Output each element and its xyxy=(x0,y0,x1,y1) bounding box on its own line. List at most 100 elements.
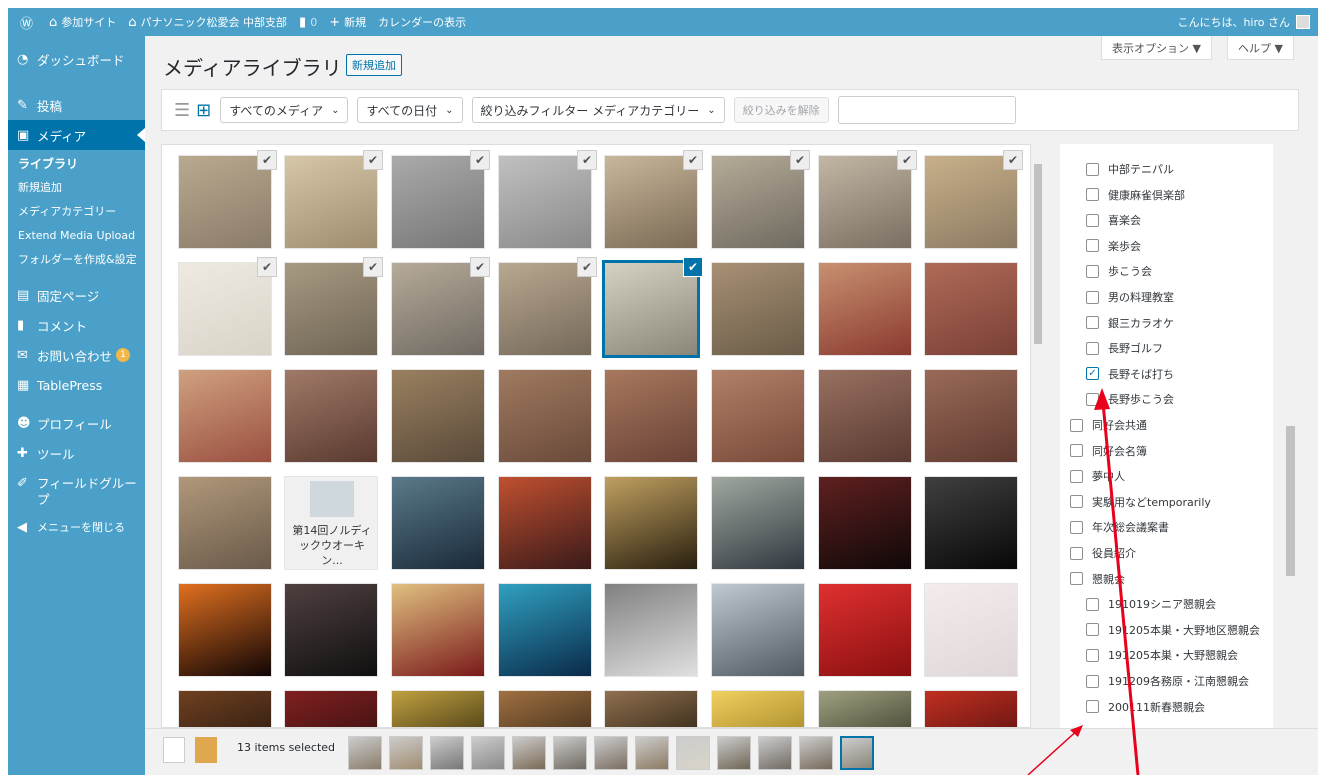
category-checkbox[interactable] xyxy=(1086,264,1099,278)
media-thumbnail[interactable] xyxy=(284,583,378,677)
media-thumbnail[interactable] xyxy=(924,476,1018,570)
document-tile[interactable]: 第14回ノルディックウオーキン... xyxy=(284,476,378,570)
category-checkbox[interactable] xyxy=(1086,239,1099,253)
category-item[interactable]: 男の料理教室 xyxy=(1086,289,1174,305)
media-thumbnail[interactable] xyxy=(924,583,1018,677)
media-thumbnail[interactable]: ✔ xyxy=(498,150,597,249)
check-icon[interactable]: ✔ xyxy=(470,257,490,277)
check-icon[interactable]: ✔ xyxy=(577,257,597,277)
category-item[interactable]: 夢中人 xyxy=(1070,468,1125,484)
admin-bar-calendar[interactable]: カレンダーの表示 xyxy=(378,14,466,30)
category-item[interactable]: 191209各務原・江南懇親会 xyxy=(1086,673,1249,689)
media-thumbnail[interactable] xyxy=(818,476,912,570)
media-thumbnail[interactable] xyxy=(711,690,805,727)
admin-bar-site-name[interactable]: ⌂ パナソニック松愛会 中部支部 xyxy=(128,14,287,30)
media-thumbnail[interactable] xyxy=(604,690,698,727)
category-scrollbar[interactable] xyxy=(1273,144,1299,728)
media-thumbnail[interactable]: ✔ xyxy=(391,150,490,249)
scrollbar-thumb[interactable] xyxy=(1034,164,1042,344)
category-item[interactable]: 歩こう会 xyxy=(1086,263,1152,279)
list-view-icon[interactable]: ☰ xyxy=(174,100,190,121)
submenu-add-new[interactable]: 新規追加 xyxy=(18,180,145,196)
media-thumbnail[interactable] xyxy=(604,369,698,463)
date-select[interactable]: すべての日付 ⌄ xyxy=(357,97,463,123)
admin-bar-account[interactable]: こんにちは、hiro さん xyxy=(1177,14,1310,30)
media-thumbnail[interactable] xyxy=(391,369,485,463)
media-thumbnail[interactable] xyxy=(498,690,592,727)
selected-thumbnail[interactable] xyxy=(758,736,792,770)
media-thumbnail[interactable]: ✔ xyxy=(498,257,597,356)
check-icon[interactable]: ✔ xyxy=(470,150,490,170)
media-thumbnail[interactable]: ✔ xyxy=(604,150,703,249)
media-thumbnail[interactable] xyxy=(818,690,912,727)
category-checkbox[interactable] xyxy=(1086,188,1099,202)
media-thumbnail[interactable] xyxy=(711,476,805,570)
media-thumbnail[interactable] xyxy=(711,369,805,463)
selection-toggle[interactable] xyxy=(163,737,185,763)
admin-bar-comments[interactable]: ▮ 0 xyxy=(299,15,317,30)
sidebar-item-dashboard[interactable]: ◔ ダッシュボード xyxy=(8,44,145,74)
grid-scrollbar[interactable] xyxy=(1031,144,1045,728)
submenu-extend-media-upload[interactable]: Extend Media Upload xyxy=(18,228,145,244)
add-new-button[interactable]: 新規追加 xyxy=(346,54,402,76)
submenu-create-folder[interactable]: フォルダーを作成&設定 xyxy=(18,252,145,268)
category-checkbox[interactable] xyxy=(1086,623,1099,637)
category-checkbox[interactable] xyxy=(1086,700,1099,714)
category-item[interactable]: 懇親会 xyxy=(1070,571,1125,587)
category-item[interactable]: 楽歩会 xyxy=(1086,238,1141,254)
category-checkbox[interactable] xyxy=(1070,546,1083,560)
category-item[interactable]: 同好会共通 xyxy=(1070,417,1147,433)
search-input[interactable] xyxy=(837,96,1016,124)
media-thumbnail[interactable]: ✔ xyxy=(178,150,277,249)
category-item[interactable]: 191019シニア懇親会 xyxy=(1086,596,1216,612)
check-icon[interactable]: ✔ xyxy=(683,257,703,277)
media-thumbnail[interactable] xyxy=(818,262,912,356)
selected-thumbnail[interactable] xyxy=(799,736,833,770)
selected-thumbnail[interactable] xyxy=(594,736,628,770)
media-thumbnail[interactable] xyxy=(924,262,1018,356)
category-item[interactable]: 役員紹介 xyxy=(1070,545,1136,561)
category-checkbox[interactable] xyxy=(1086,213,1099,227)
media-thumbnail[interactable] xyxy=(178,369,272,463)
category-item[interactable]: 喜楽会 xyxy=(1086,212,1141,228)
category-checkbox[interactable] xyxy=(1086,162,1099,176)
sidebar-item-contact[interactable]: ✉ お問い合わせ 1 xyxy=(8,340,145,370)
category-checkbox[interactable] xyxy=(1086,597,1099,611)
check-icon[interactable]: ✔ xyxy=(1003,150,1023,170)
check-icon[interactable]: ✔ xyxy=(257,150,277,170)
sidebar-collapse[interactable]: ◀ メニューを閉じる xyxy=(8,512,145,542)
media-thumbnail[interactable] xyxy=(178,476,272,570)
category-checkbox[interactable] xyxy=(1070,444,1083,458)
admin-bar-my-sites[interactable]: ⌂ 参加サイト xyxy=(49,14,116,30)
admin-bar-new[interactable]: + 新規 xyxy=(329,14,366,30)
category-item[interactable]: 長野ゴルフ xyxy=(1086,340,1163,356)
selected-thumbnail[interactable] xyxy=(430,736,464,770)
selected-thumbnail[interactable] xyxy=(717,736,751,770)
media-thumbnail[interactable] xyxy=(391,690,485,727)
selected-thumbnail[interactable] xyxy=(389,736,423,770)
selected-thumbnail[interactable] xyxy=(471,736,505,770)
check-icon[interactable]: ✔ xyxy=(257,257,277,277)
sidebar-item-posts[interactable]: ✎ 投稿 xyxy=(8,90,145,120)
media-thumbnail[interactable] xyxy=(818,583,912,677)
media-thumbnail[interactable] xyxy=(604,583,698,677)
scrollbar-thumb[interactable] xyxy=(1286,426,1295,576)
selected-thumbnail[interactable] xyxy=(840,736,874,770)
media-thumbnail[interactable] xyxy=(284,690,378,727)
category-item[interactable]: 実験用などtemporarily xyxy=(1070,494,1211,510)
grid-view-icon[interactable]: ⊞ xyxy=(196,100,211,121)
sidebar-item-pages[interactable]: ▤ 固定ページ xyxy=(8,280,145,310)
category-checkbox[interactable] xyxy=(1086,341,1099,355)
selected-thumbnail[interactable] xyxy=(635,736,669,770)
category-checkbox[interactable] xyxy=(1070,418,1083,432)
sidebar-item-media[interactable]: ▣ メディア xyxy=(8,120,145,150)
category-item[interactable]: 191205本巣・大野地区懇親会 xyxy=(1086,622,1260,638)
category-checkbox[interactable] xyxy=(1070,469,1083,483)
media-thumbnail[interactable]: ✔ xyxy=(178,257,277,356)
help-button[interactable]: ヘルプ ▼ xyxy=(1227,36,1294,60)
sidebar-item-tablepress[interactable]: ▦ TablePress xyxy=(8,370,145,400)
media-thumbnail[interactable] xyxy=(178,690,272,727)
category-item[interactable]: ✓ 長野そば打ち xyxy=(1086,366,1174,382)
media-thumbnail[interactable] xyxy=(711,262,805,356)
category-checkbox[interactable] xyxy=(1086,674,1099,688)
